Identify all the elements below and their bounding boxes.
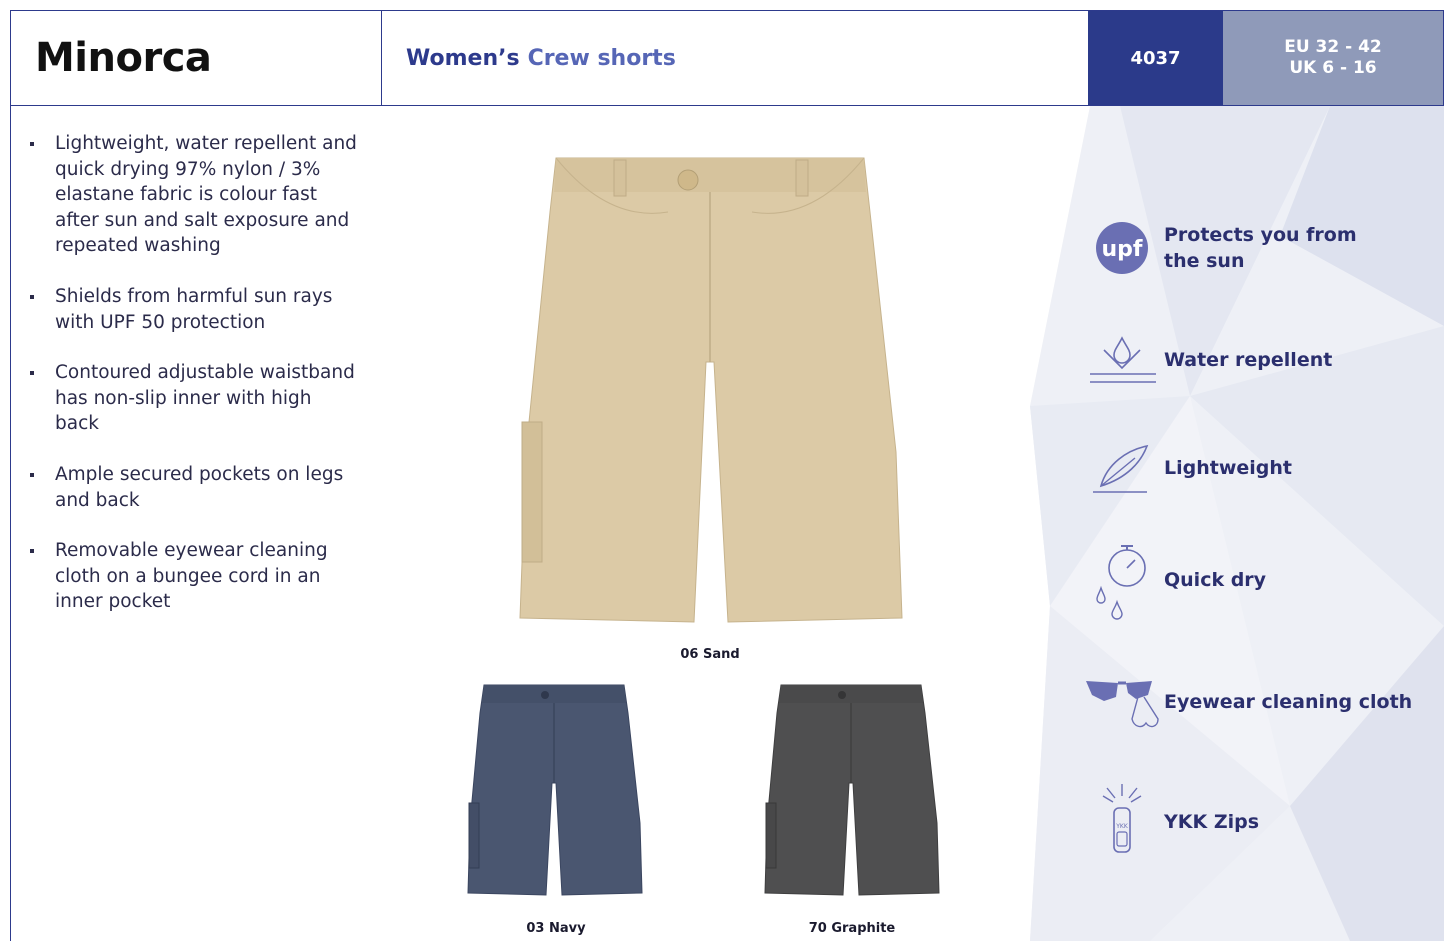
bullet-item: Ample secured pockets on legs and back — [30, 462, 360, 513]
zip-pull-icon: YKK — [1080, 782, 1164, 862]
stopwatch-drops-icon — [1080, 540, 1164, 620]
ykk-icon-text: YKK — [1115, 823, 1129, 830]
subtitle-prefix: Women’s — [406, 45, 520, 71]
feature-bullet-list: Lightweight, water repellent and quick d… — [30, 131, 360, 640]
feature-quick-dry: Quick dry — [1080, 540, 1440, 620]
shorts-image-navy — [466, 683, 644, 898]
shorts-image-sand — [518, 152, 904, 628]
feature-upf: upf Protects you from the sun — [1080, 208, 1440, 288]
bullet-item: Shields from harmful sun rays with UPF 5… — [30, 284, 360, 335]
caption-graphite: 70 Graphite — [808, 921, 896, 936]
feature-label: Lightweight — [1164, 457, 1292, 479]
feature-label-line: the sun — [1164, 250, 1245, 272]
feature-ykk-zips: YKK YKK Zips — [1080, 782, 1440, 862]
shorts-image-graphite — [763, 683, 941, 898]
caption-sand: 06 Sand — [680, 647, 740, 662]
feature-eyewear-cloth: Eyewear cleaning cloth — [1080, 662, 1440, 742]
style-code: 4037 — [1130, 47, 1181, 69]
feature-label: Protects you from the sun — [1164, 222, 1357, 274]
bullet-item: Removable eyewear cleaning cloth on a bu… — [30, 538, 360, 615]
size-uk: UK 6 - 16 — [1289, 58, 1377, 78]
style-code-badge: 4037 — [1088, 11, 1223, 105]
feather-icon — [1080, 428, 1164, 508]
bullet-item: Lightweight, water repellent and quick d… — [30, 131, 360, 259]
size-eu: EU 32 - 42 — [1284, 37, 1382, 57]
feature-lightweight: Lightweight — [1080, 428, 1440, 508]
feature-label-line: Protects you from — [1164, 224, 1357, 246]
caption-navy: 03 Navy — [526, 921, 586, 936]
frame-left-line — [10, 106, 11, 941]
product-subtitle: Women’s Crew shorts — [382, 11, 1088, 105]
header-bar: Minorca Women’s Crew shorts 4037 EU 32 -… — [10, 10, 1444, 106]
subtitle-rest: Crew shorts — [527, 45, 676, 71]
feature-label: Water repellent — [1164, 349, 1333, 371]
feature-label: Eyewear cleaning cloth — [1164, 691, 1413, 713]
product-sheet: Minorca Women’s Crew shorts 4037 EU 32 -… — [0, 0, 1454, 941]
feature-label: YKK Zips — [1164, 811, 1260, 833]
feature-label: Quick dry — [1164, 569, 1267, 591]
product-name-cell: Minorca — [11, 11, 382, 105]
product-name: Minorca — [35, 35, 212, 81]
upf-icon: upf — [1080, 208, 1164, 288]
water-repellent-icon — [1080, 320, 1164, 400]
upf-icon-text: upf — [1102, 237, 1143, 262]
feature-water-repellent: Water repellent — [1080, 320, 1440, 400]
bullet-item: Contoured adjustable waistband has non-s… — [30, 360, 360, 437]
sunglasses-cloth-icon — [1080, 662, 1164, 742]
size-range-badge: EU 32 - 42 UK 6 - 16 — [1223, 11, 1443, 105]
